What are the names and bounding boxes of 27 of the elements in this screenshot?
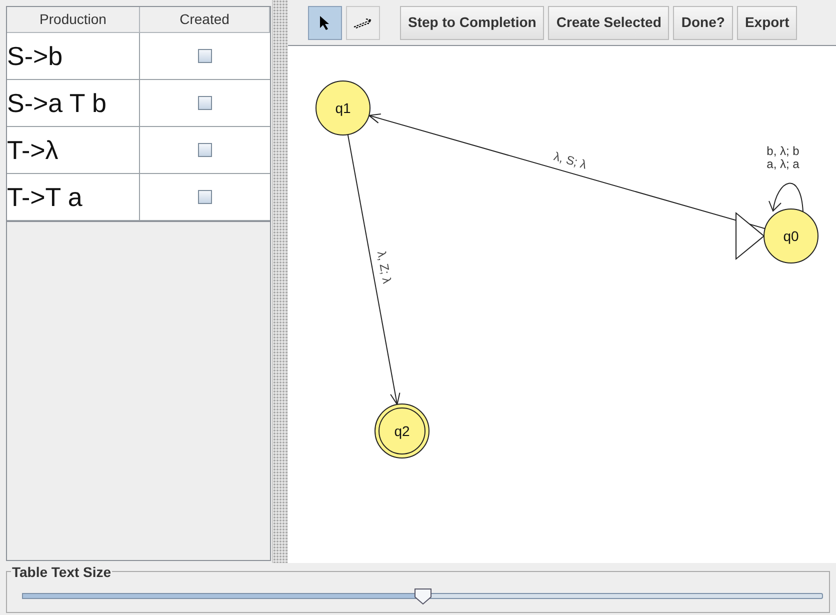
- state-node[interactable]: q0: [764, 208, 818, 264]
- table-cell: S->a T b: [7, 80, 140, 127]
- arrow-icon: [353, 16, 373, 28]
- state-node[interactable]: q1: [316, 80, 370, 136]
- column-header[interactable]: Created: [140, 7, 270, 33]
- toolbar-button[interactable]: Done?: [673, 6, 733, 40]
- tool-button[interactable]: [346, 6, 380, 40]
- checkbox[interactable]: [198, 49, 212, 63]
- slider-thumb[interactable]: [414, 588, 432, 605]
- toolbar-button[interactable]: Step to Completion: [400, 6, 544, 40]
- table-cell: T->λ: [7, 127, 140, 174]
- pointer-icon: [319, 14, 331, 30]
- loop-arrow: [768, 182, 804, 212]
- checkbox[interactable]: [198, 143, 212, 157]
- state-node[interactable]: q2: [374, 404, 430, 458]
- transition-label: b, λ; b a, λ; a: [766, 144, 800, 171]
- tool-button[interactable]: [308, 6, 342, 40]
- checkbox[interactable]: [198, 190, 212, 204]
- column-header[interactable]: Production: [7, 7, 140, 33]
- table-cell: S->b: [7, 33, 140, 80]
- toolbar-button[interactable]: Export: [736, 6, 798, 40]
- checkbox[interactable]: [198, 96, 212, 110]
- text-size-slider[interactable]: [22, 588, 823, 604]
- transition-label: λ, S; λ: [552, 149, 588, 172]
- toolbar-button[interactable]: Create Selected: [548, 6, 670, 40]
- transition-label: λ, Z; λ: [374, 250, 394, 285]
- table-cell: T->T a: [7, 174, 140, 221]
